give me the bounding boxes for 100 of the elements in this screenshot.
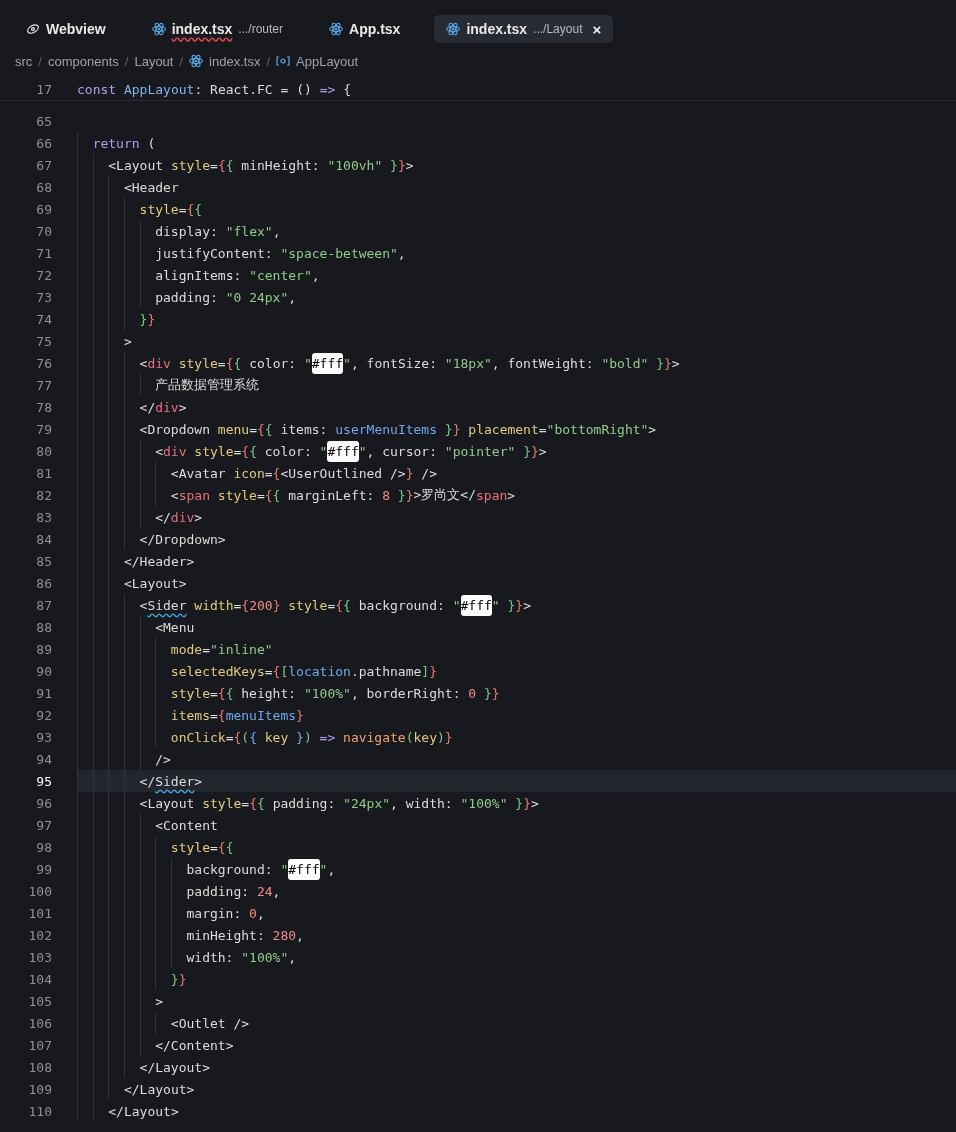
atom-icon [329, 22, 344, 36]
code-line: const AppLayout: React.FC = () => { [77, 80, 352, 99]
code-line: width: "100%", [77, 946, 956, 968]
code-line: style={{ [77, 198, 956, 220]
code-line: <Header [77, 176, 956, 198]
line-number: 84 [35, 531, 53, 547]
code-line: }} [77, 308, 956, 330]
line-number: 102 [27, 927, 53, 943]
line-number: 92 [35, 707, 53, 723]
breadcrumb-separator: / [266, 53, 271, 69]
code-line: </Content> [77, 1034, 956, 1056]
atom-icon [189, 54, 204, 68]
breadcrumb-item[interactable]: src [15, 53, 33, 69]
breadcrumb-item[interactable]: AppLayout [296, 53, 359, 69]
atom-icon [446, 22, 461, 36]
symbol-icon [276, 55, 291, 67]
code-line: <Layout> [77, 572, 956, 594]
line-number: 82 [35, 487, 53, 503]
code-line: padding: 24, [77, 880, 956, 902]
code-line: </Layout> [77, 1100, 956, 1122]
code-line: <span style={{ marginLeft: 8 }}>罗尚文</span> [77, 484, 956, 506]
code-line: > [77, 330, 956, 352]
code-line: </Dropdown> [77, 528, 956, 550]
line-number: 110 [27, 1103, 53, 1119]
code-line: margin: 0, [77, 902, 956, 924]
line-number: 83 [35, 509, 53, 525]
line-number: 105 [27, 993, 53, 1009]
line-number: 71 [35, 245, 53, 261]
code-line: minHeight: 280, [77, 924, 956, 946]
line-number: 94 [35, 751, 53, 767]
breadcrumb-item[interactable]: components [47, 53, 119, 69]
line-number: 108 [27, 1059, 53, 1075]
code-line: <div style={{ color: "#fff", cursor: "pointer" }}> [77, 440, 956, 462]
code-line: padding: "0 24px", [77, 286, 956, 308]
line-number: 87 [35, 597, 53, 613]
line-number: 85 [35, 553, 53, 569]
line-number: 72 [35, 267, 53, 283]
line-number: 81 [35, 465, 53, 481]
tab[interactable]: Webview [14, 15, 118, 43]
code-line: justifyContent: "space-between", [77, 242, 956, 264]
line-number: 88 [35, 619, 53, 635]
line-number: 78 [35, 399, 53, 415]
code-line: selectedKeys={[location.pathname]} [77, 660, 956, 682]
line-number: 103 [27, 949, 53, 965]
line-number: 100 [27, 883, 53, 899]
code-line: display: "flex", [77, 220, 956, 242]
code-line: mode="inline" [77, 638, 956, 660]
line-number: 91 [35, 685, 53, 701]
code-line: </Header> [77, 550, 956, 572]
line-number: 89 [35, 641, 53, 657]
line-number: 76 [35, 355, 53, 371]
line-number: 66 [35, 135, 53, 151]
code-line: items={menuItems} [77, 704, 956, 726]
code-line: </Layout> [77, 1078, 956, 1100]
line-number: 98 [35, 839, 53, 855]
code-line: onClick={({ key }) => navigate(key)} [77, 726, 956, 748]
line-number: 79 [35, 421, 53, 437]
breadcrumb-separator: / [124, 53, 129, 69]
tab[interactable]: App.tsx [317, 15, 413, 43]
line-number: 74 [35, 311, 53, 327]
line-number: 69 [35, 201, 53, 217]
code-line: 产品数据管理系统 [77, 374, 956, 396]
tab[interactable]: index.tsx .../Layout × [434, 15, 614, 43]
code-line: alignItems: "center", [77, 264, 956, 286]
code-line: return ( [77, 132, 956, 154]
line-number: 75 [35, 333, 53, 349]
atom-icon [151, 22, 166, 36]
line-number: 80 [35, 443, 53, 459]
breadcrumb-separator: / [38, 53, 42, 69]
code-line: <Outlet /> [77, 1012, 956, 1034]
code-line: style={{ [77, 836, 956, 858]
line-number: 95 [35, 773, 53, 789]
code-line: <Layout style={{ padding: "24px", width: "100%" }}> [77, 792, 956, 814]
line-number: 99 [35, 861, 53, 877]
line-number: 65 [35, 113, 53, 129]
line-number: 68 [35, 179, 53, 195]
breadcrumb-separator: / [179, 53, 184, 69]
code-line: </div> [77, 506, 956, 528]
line-number: 97 [35, 817, 53, 833]
tab[interactable]: index.tsx .../router [139, 15, 296, 43]
code-line: > [77, 990, 956, 1012]
code-line: }} [77, 968, 956, 990]
line-number: 93 [35, 729, 53, 745]
code-line: style={{ height: "100%", borderRight: 0 }} [77, 682, 956, 704]
code-line: </Layout> [77, 1056, 956, 1078]
line-number: 107 [27, 1037, 53, 1053]
breadcrumb-item[interactable]: Layout [134, 53, 174, 69]
line-number: 77 [35, 377, 53, 393]
code-line: <Menu [77, 616, 956, 638]
line-number: 109 [27, 1081, 53, 1097]
eye-icon [26, 22, 40, 36]
code-line: <Avatar icon={<UserOutlined />} /> [77, 462, 956, 484]
line-number: 90 [35, 663, 53, 679]
breadcrumb-item[interactable]: index.tsx [209, 53, 261, 69]
code-line: background: "#fff", [77, 858, 956, 880]
code-line: <Dropdown menu={{ items: userMenuItems }} placement="bottomRight"> [77, 418, 956, 440]
line-number: 86 [35, 575, 53, 591]
close-icon[interactable]: × [592, 20, 602, 38]
line-number: 101 [27, 905, 53, 921]
line-number: 96 [35, 795, 53, 811]
